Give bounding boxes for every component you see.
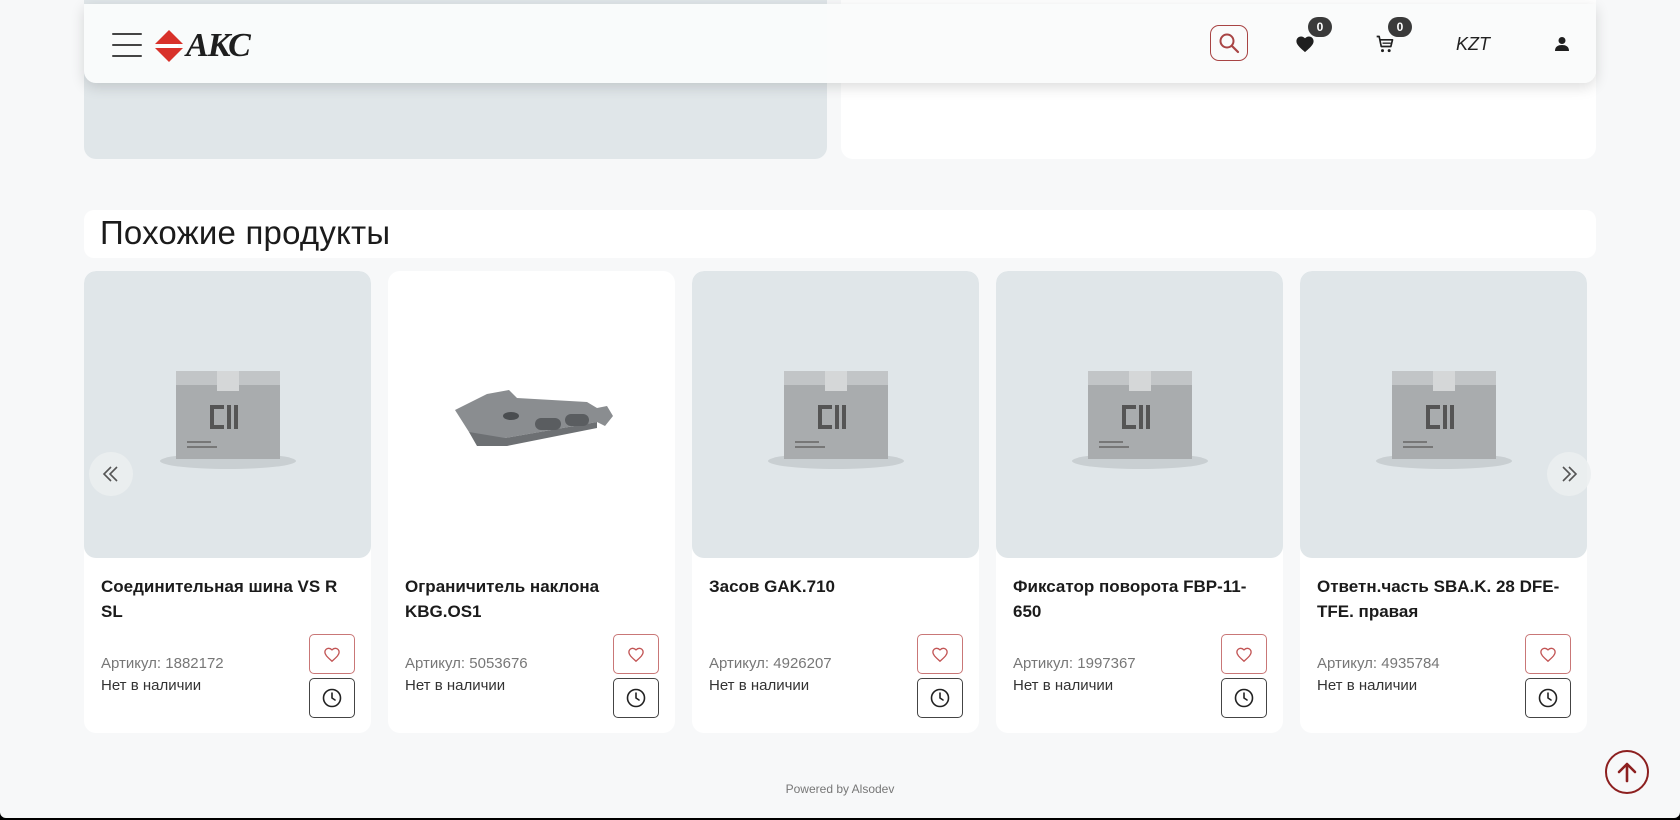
notify-when-available-button[interactable] xyxy=(1221,678,1267,718)
product-sku: Артикул: 1997367 xyxy=(1013,655,1136,672)
heart-outline-icon xyxy=(324,647,340,662)
product-stock-status: Нет в наличии xyxy=(709,677,810,694)
add-to-favorites-button[interactable] xyxy=(1525,634,1571,674)
menu-icon[interactable] xyxy=(112,33,142,57)
carousel-prev-button[interactable] xyxy=(89,452,133,496)
product-stock-status: Нет в наличии xyxy=(405,677,506,694)
clock-icon xyxy=(322,688,342,708)
favorites-count-badge: 0 xyxy=(1308,17,1332,37)
page: АКС 0 0 KZT Похожие продукты Соединитель… xyxy=(0,0,1680,818)
clock-icon xyxy=(1538,688,1558,708)
heart-outline-icon xyxy=(628,647,644,662)
product-name[interactable]: Ответн.часть SBA.K. 28 DFE-TFE. правая xyxy=(1317,574,1577,624)
product-stock-status: Нет в наличии xyxy=(1013,677,1114,694)
product-sku: Артикул: 4935784 xyxy=(1317,655,1440,672)
cart-button[interactable]: 0 xyxy=(1373,17,1412,56)
product-card[interactable]: Ответн.часть SBA.K. 28 DFE-TFE. правая А… xyxy=(1300,271,1587,733)
account-button[interactable] xyxy=(1550,32,1574,56)
box-placeholder-icon xyxy=(159,370,296,469)
box-placeholder-icon xyxy=(1071,370,1208,469)
notify-when-available-button[interactable] xyxy=(917,678,963,718)
product-name[interactable]: Фиксатор поворота FBP-11-650 xyxy=(1013,574,1273,624)
product-card[interactable]: Фиксатор поворота FBP-11-650 Артикул: 19… xyxy=(996,271,1283,733)
product-image[interactable] xyxy=(692,271,979,558)
add-to-favorites-button[interactable] xyxy=(613,634,659,674)
heart-outline-icon xyxy=(1540,647,1556,662)
product-sku: Артикул: 4926207 xyxy=(709,655,832,672)
user-icon xyxy=(1555,37,1569,51)
product-card[interactable]: Соединительная шина VS R SL Артикул: 188… xyxy=(84,271,371,733)
notify-when-available-button[interactable] xyxy=(613,678,659,718)
footer-credit[interactable]: Powered by Alsodev xyxy=(0,782,1680,796)
heart-outline-icon xyxy=(1236,647,1252,662)
metal-part-image-icon xyxy=(454,389,613,446)
add-to-favorites-button[interactable] xyxy=(309,634,355,674)
heart-icon xyxy=(1296,36,1314,53)
notify-when-available-button[interactable] xyxy=(309,678,355,718)
product-stock-status: Нет в наличии xyxy=(101,677,202,694)
currency-selector[interactable]: KZT xyxy=(1456,34,1490,55)
section-title: Похожие продукты xyxy=(100,214,391,251)
product-image[interactable] xyxy=(996,271,1283,558)
clock-icon xyxy=(626,688,646,708)
double-chevron-right-icon xyxy=(1562,466,1578,482)
scroll-to-top-button[interactable] xyxy=(1605,750,1649,794)
product-card[interactable]: Ограничитель наклона KBG.OS1 Артикул: 50… xyxy=(388,271,675,733)
notify-when-available-button[interactable] xyxy=(1525,678,1571,718)
clock-icon xyxy=(930,688,950,708)
carousel-next-button[interactable] xyxy=(1547,452,1591,496)
product-image[interactable] xyxy=(84,271,371,558)
site-header: АКС 0 0 KZT xyxy=(84,4,1596,83)
box-placeholder-icon xyxy=(1375,370,1512,469)
product-card[interactable]: Засов GAK.710 Артикул: 4926207 Нет в нал… xyxy=(692,271,979,733)
arrow-up-icon xyxy=(1617,762,1637,783)
cart-count-badge: 0 xyxy=(1388,17,1412,37)
product-name[interactable]: Засов GAK.710 xyxy=(709,574,969,599)
product-stock-status: Нет в наличии xyxy=(1317,677,1418,694)
product-name[interactable]: Соединительная шина VS R SL xyxy=(101,574,361,624)
search-icon xyxy=(1219,33,1240,54)
box-placeholder-icon xyxy=(767,370,904,469)
clock-icon xyxy=(1234,688,1254,708)
logo[interactable]: АКС xyxy=(154,26,251,66)
product-carousel: Соединительная шина VS R SL Артикул: 188… xyxy=(84,271,1587,733)
add-to-favorites-button[interactable] xyxy=(917,634,963,674)
double-chevron-left-icon xyxy=(102,466,118,482)
product-name[interactable]: Ограничитель наклона KBG.OS1 xyxy=(405,574,665,624)
favorites-button[interactable]: 0 xyxy=(1293,17,1332,56)
product-sku: Артикул: 1882172 xyxy=(101,655,224,672)
add-to-favorites-button[interactable] xyxy=(1221,634,1267,674)
product-sku: Артикул: 5053676 xyxy=(405,655,528,672)
search-button[interactable] xyxy=(1210,25,1248,61)
logo-mark-icon xyxy=(155,30,183,62)
product-image[interactable] xyxy=(388,271,675,558)
logo-text: АКС xyxy=(186,27,251,64)
product-image[interactable] xyxy=(1300,271,1587,558)
heart-outline-icon xyxy=(932,647,948,662)
similar-products-heading-bar: Похожие продукты xyxy=(84,210,1596,258)
cart-icon xyxy=(1376,35,1394,53)
